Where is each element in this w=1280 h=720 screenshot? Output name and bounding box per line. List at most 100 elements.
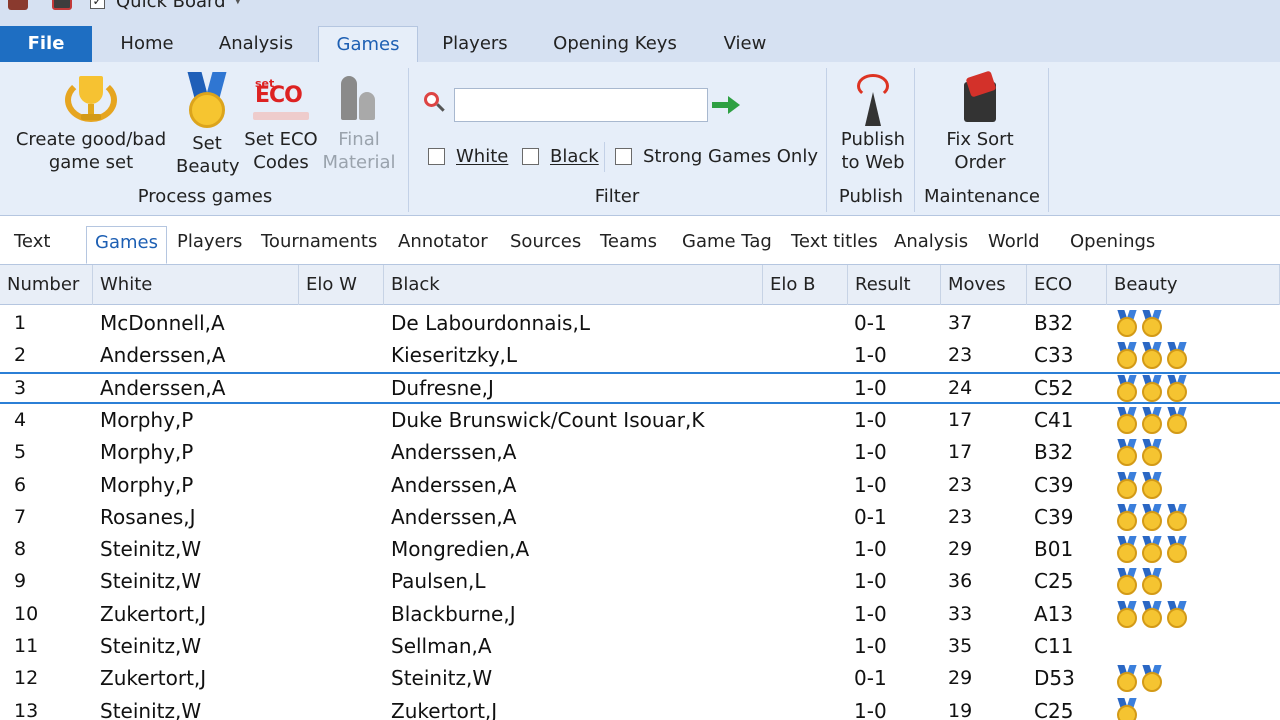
black-checkbox-box[interactable] [522,148,539,165]
subtab-text-titles[interactable]: Text titles [791,226,878,264]
fix-sort-order-button[interactable]: Fix Sort Order [940,70,1020,174]
medal-icon [1166,374,1188,402]
filter-search-input[interactable] [454,88,708,122]
cell-black: Steinitz,W [391,666,493,691]
set-beauty-button[interactable]: Set Beauty [176,72,240,178]
cell-number: 3 [14,376,27,399]
cell-result: 1-0 [854,407,887,432]
cell-white: Zukertort,J [100,666,207,691]
table-row[interactable]: 6 Morphy,P Anderssen,A 1-0 23 C39 [0,469,1280,501]
table-row[interactable]: 2 Anderssen,A Kieseritzky,L 1-0 23 C33 [0,339,1280,371]
medal-icon [1116,342,1138,370]
cell-white: Zukertort,J [100,601,207,626]
tab-analysis[interactable]: Analysis [210,26,302,62]
column-header-eco[interactable]: ECO [1027,265,1107,305]
subtab-games[interactable]: Games [86,226,167,264]
tab-opening-keys[interactable]: Opening Keys [544,26,686,62]
table-row[interactable]: 5 Morphy,P Anderssen,A 1-0 17 B32 [0,436,1280,468]
table-row[interactable]: 8 Steinitz,W Mongredien,A 1-0 29 B01 [0,533,1280,565]
medal-icon [1166,342,1188,370]
subtab-sources[interactable]: Sources [510,226,581,264]
white-filter-checkbox[interactable]: White [428,146,518,168]
search-icon[interactable] [422,90,446,114]
sort-icon [958,70,1002,128]
cell-number: 5 [14,441,27,464]
column-header-moves[interactable]: Moves [941,265,1027,305]
medal-icon [1141,471,1163,499]
table-row[interactable]: 11 Steinitz,W Sellman,A 1-0 35 C11 [0,630,1280,662]
column-header-result[interactable]: Result [848,265,941,305]
subtab-text[interactable]: Text [14,226,50,264]
tab-home[interactable]: Home [108,26,186,62]
cell-eco: B01 [1034,537,1074,562]
cell-beauty [1116,436,1166,468]
tab-players[interactable]: Players [434,26,516,62]
table-row[interactable]: 4 Morphy,P Duke Brunswick/Count Isouar,K 1-… [0,404,1280,436]
table-row[interactable]: 1 McDonnell,A De Labourdonnais,L 0-1 37 B32 [0,307,1280,339]
cell-number: 7 [14,505,27,528]
set-beauty-label-2: Beauty [176,156,240,177]
column-header-elo-b[interactable]: Elo B [763,265,848,305]
broadcast-tower-icon [851,72,895,128]
database-icon[interactable] [8,0,28,10]
table-row[interactable]: 7 Rosanes,J Anderssen,A 0-1 23 C39 [0,501,1280,533]
column-header-number[interactable]: Number [0,265,93,305]
tab-file[interactable]: File [0,26,92,62]
cell-black: Mongredien,A [391,537,530,562]
cell-moves: 17 [948,408,973,431]
cell-beauty [1116,565,1166,597]
medal-icon [1116,310,1138,337]
cell-moves: 35 [948,635,973,657]
ribbon-panel: Create good/bad game set Set Beauty set … [0,62,1280,216]
subtab-players[interactable]: Players [177,226,242,264]
tab-view[interactable]: View [712,26,778,62]
white-checkbox-box[interactable] [428,148,445,165]
cell-moves: 24 [948,376,973,399]
cell-result: 1-0 [854,440,887,465]
column-header-black[interactable]: Black [384,265,763,305]
medal-icon [1141,374,1163,402]
quick-board-checkbox[interactable]: ✓ [90,0,105,9]
medal-icon [1116,406,1138,434]
set-beauty-label-1: Set [192,133,222,154]
cell-white: Steinitz,W [100,537,202,562]
cell-number: 8 [14,538,27,561]
cell-white: Steinitz,W [100,634,202,658]
cell-black: Dufresne,J [391,375,494,400]
subtab-teams[interactable]: Teams [600,226,657,264]
cell-beauty [1116,339,1191,371]
publish-to-web-button[interactable]: Publish to Web [836,72,910,174]
table-row[interactable]: 10 Zukertort,J Blackburne,J 1-0 33 A13 [0,598,1280,630]
strong-games-checkbox-box[interactable] [615,148,632,165]
tab-games[interactable]: Games [318,26,418,63]
chevron-down-icon[interactable]: ▼ [234,0,242,6]
arrow-right-icon[interactable] [712,96,742,114]
subtab-openings[interactable]: Openings [1070,226,1155,264]
board-icon[interactable] [52,0,72,10]
group-separator [914,68,915,212]
subtab-world[interactable]: World [988,226,1040,264]
cell-moves: 23 [948,505,973,528]
column-header-beauty[interactable]: Beauty [1107,265,1280,305]
subtab-analysis[interactable]: Analysis [894,226,968,264]
quick-board-label: Quick Board [116,0,226,12]
table-row[interactable]: 12 Zukertort,J Steinitz,W 0-1 29 D53 [0,662,1280,694]
cell-moves: 29 [948,667,973,690]
chess-pieces-icon [335,72,383,128]
cell-white: Anderssen,A [100,375,226,400]
subtab-game-tag[interactable]: Game Tag [682,226,772,264]
table-row[interactable]: 13 Steinitz,W Zukertort,J 1-0 19 C25 [0,695,1280,720]
column-header-elo-w[interactable]: Elo W [299,265,384,305]
subtab-annotator[interactable]: Annotator [398,226,488,264]
black-filter-checkbox[interactable]: Black [522,146,602,168]
strong-games-checkbox[interactable]: Strong Games Only [615,146,818,168]
cell-white: McDonnell,A [100,311,225,335]
cell-eco: C41 [1034,407,1074,432]
create-game-set-button[interactable]: Create good/bad game set [10,72,172,174]
subtab-tournaments[interactable]: Tournaments [261,226,377,264]
table-row[interactable]: 3 Anderssen,A Dufresne,J 1-0 24 C52 [0,371,1280,404]
column-header-white[interactable]: White [93,265,299,305]
set-eco-codes-button[interactable]: set ECO Set ECO Codes [244,72,318,174]
table-row[interactable]: 9 Steinitz,W Paulsen,L 1-0 36 C25 [0,565,1280,597]
final-material-button[interactable]: Final Material [320,72,398,174]
